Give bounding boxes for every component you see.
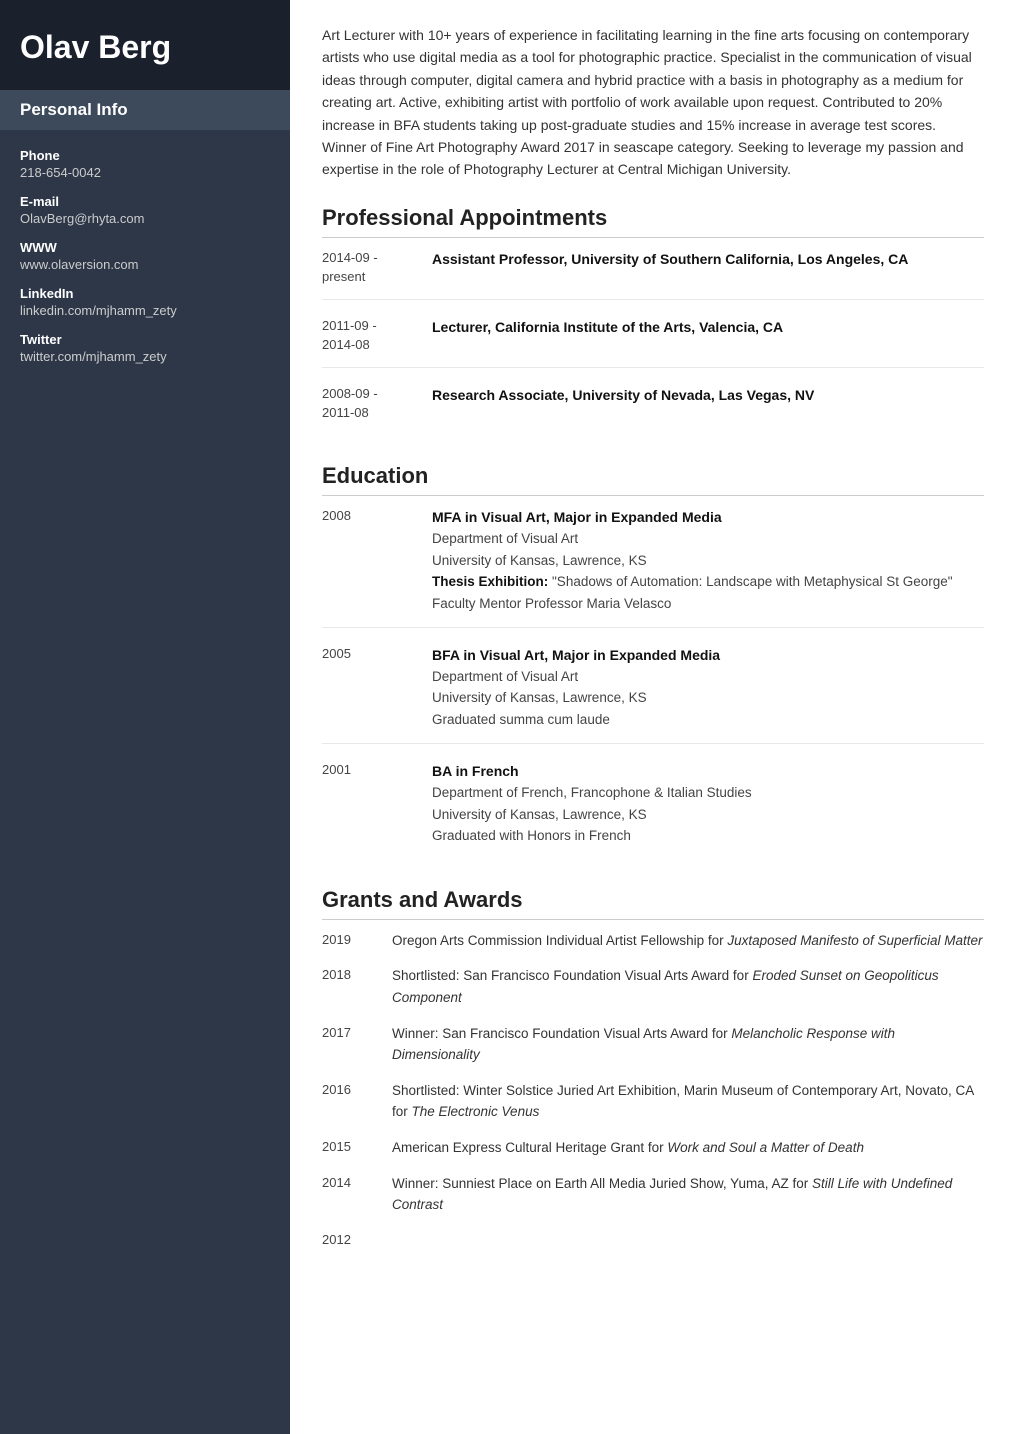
main-content: Art Lecturer with 10+ years of experienc…	[290, 0, 1016, 1434]
phone-label: Phone	[20, 148, 270, 163]
education-sub-3c: Graduated with Honors in French	[432, 825, 984, 847]
appointment-title-2: Lecturer, California Institute of the Ar…	[432, 319, 783, 335]
appointments-title: Professional Appointments	[322, 205, 984, 238]
award-text-6: Winner: Sunniest Place on Earth All Medi…	[392, 1173, 984, 1216]
appointment-date-1: 2014-09 -present	[322, 248, 432, 287]
education-year-1: 2008	[322, 506, 432, 615]
education-sub-3b: University of Kansas, Lawrence, KS	[432, 804, 984, 826]
award-entry-3: 2017 Winner: San Francisco Foundation Vi…	[322, 1023, 984, 1066]
twitter-label: Twitter	[20, 332, 270, 347]
award-year-6: 2014	[322, 1173, 392, 1194]
education-sub-2b: University of Kansas, Lawrence, KS	[432, 687, 984, 709]
education-body-1: MFA in Visual Art, Major in Expanded Med…	[432, 506, 984, 615]
award-text-4: Shortlisted: Winter Solstice Juried Art …	[392, 1080, 984, 1123]
phone-field: Phone 218-654-0042	[20, 148, 270, 180]
education-sub-2a: Department of Visual Art	[432, 666, 984, 688]
appointment-entry-2: 2011-09 -2014-08 Lecturer, California In…	[322, 316, 984, 368]
appointment-entry-3: 2008-09 -2011-08 Research Associate, Uni…	[322, 384, 984, 435]
appointments-section: Professional Appointments 2014-09 -prese…	[322, 205, 984, 435]
award-year-4: 2016	[322, 1080, 392, 1101]
award-entry-6: 2014 Winner: Sunniest Place on Earth All…	[322, 1173, 984, 1216]
linkedin-label: LinkedIn	[20, 286, 270, 301]
appointment-date-3: 2008-09 -2011-08	[322, 384, 432, 423]
linkedin-field: LinkedIn linkedin.com/mjhamm_zety	[20, 286, 270, 318]
awards-section: Grants and Awards 2019 Oregon Arts Commi…	[322, 887, 984, 1251]
email-label: E-mail	[20, 194, 270, 209]
award-text-3: Winner: San Francisco Foundation Visual …	[392, 1023, 984, 1066]
education-entry-2: 2005 BFA in Visual Art, Major in Expande…	[322, 644, 984, 744]
award-text-5: American Express Cultural Heritage Grant…	[392, 1137, 984, 1159]
appointment-entry-1: 2014-09 -present Assistant Professor, Un…	[322, 248, 984, 300]
appointment-date-2: 2011-09 -2014-08	[322, 316, 432, 355]
education-degree-3: BA in French	[432, 763, 519, 779]
award-entry-2: 2018 Shortlisted: San Francisco Foundati…	[322, 965, 984, 1008]
email-field: E-mail OlavBerg@rhyta.com	[20, 194, 270, 226]
email-value: OlavBerg@rhyta.com	[20, 211, 270, 226]
education-entry-1: 2008 MFA in Visual Art, Major in Expande…	[322, 506, 984, 628]
appointment-body-2: Lecturer, California Institute of the Ar…	[432, 316, 984, 355]
candidate-name: Olav Berg	[20, 28, 270, 66]
education-sub-3a: Department of French, Francophone & Ital…	[432, 782, 984, 804]
education-sub-2c: Graduated summa cum laude	[432, 709, 984, 731]
name-section: Olav Berg	[0, 0, 290, 90]
appointment-title-3: Research Associate, University of Nevada…	[432, 387, 814, 403]
education-degree-2: BFA in Visual Art, Major in Expanded Med…	[432, 647, 720, 663]
award-entry-5: 2015 American Express Cultural Heritage …	[322, 1137, 984, 1159]
education-sub-1c: Thesis Exhibition: "Shadows of Automatio…	[432, 571, 984, 593]
award-text-1: Oregon Arts Commission Individual Artist…	[392, 930, 984, 952]
personal-info-title: Personal Info	[0, 90, 290, 130]
appointment-body-3: Research Associate, University of Nevada…	[432, 384, 984, 423]
award-entry-4: 2016 Shortlisted: Winter Solstice Juried…	[322, 1080, 984, 1123]
appointment-title-1: Assistant Professor, University of South…	[432, 251, 908, 267]
education-year-2: 2005	[322, 644, 432, 731]
education-sub-1b: University of Kansas, Lawrence, KS	[432, 550, 984, 572]
award-year-2: 2018	[322, 965, 392, 986]
summary-text: Art Lecturer with 10+ years of experienc…	[322, 24, 984, 181]
education-body-2: BFA in Visual Art, Major in Expanded Med…	[432, 644, 984, 731]
education-entry-3: 2001 BA in French Department of French, …	[322, 760, 984, 859]
award-year-5: 2015	[322, 1137, 392, 1158]
education-sub-1d: Faculty Mentor Professor Maria Velasco	[432, 593, 984, 615]
award-year-3: 2017	[322, 1023, 392, 1044]
awards-title: Grants and Awards	[322, 887, 984, 920]
personal-info-content: Phone 218-654-0042 E-mail OlavBerg@rhyta…	[0, 138, 290, 388]
www-field: WWW www.olaversion.com	[20, 240, 270, 272]
award-text-2: Shortlisted: San Francisco Foundation Vi…	[392, 965, 984, 1008]
appointment-body-1: Assistant Professor, University of South…	[432, 248, 984, 287]
twitter-field: Twitter twitter.com/mjhamm_zety	[20, 332, 270, 364]
award-year-1: 2019	[322, 930, 392, 951]
education-sub-1a: Department of Visual Art	[432, 528, 984, 550]
education-year-3: 2001	[322, 760, 432, 847]
education-title: Education	[322, 463, 984, 496]
www-value: www.olaversion.com	[20, 257, 270, 272]
award-entry-7: 2012	[322, 1230, 984, 1251]
education-body-3: BA in French Department of French, Franc…	[432, 760, 984, 847]
award-entry-1: 2019 Oregon Arts Commission Individual A…	[322, 930, 984, 952]
www-label: WWW	[20, 240, 270, 255]
twitter-value: twitter.com/mjhamm_zety	[20, 349, 270, 364]
linkedin-value: linkedin.com/mjhamm_zety	[20, 303, 270, 318]
education-section: Education 2008 MFA in Visual Art, Major …	[322, 463, 984, 859]
education-degree-1: MFA in Visual Art, Major in Expanded Med…	[432, 509, 722, 525]
award-year-7: 2012	[322, 1230, 392, 1251]
sidebar: Olav Berg Personal Info Phone 218-654-00…	[0, 0, 290, 1434]
phone-value: 218-654-0042	[20, 165, 270, 180]
